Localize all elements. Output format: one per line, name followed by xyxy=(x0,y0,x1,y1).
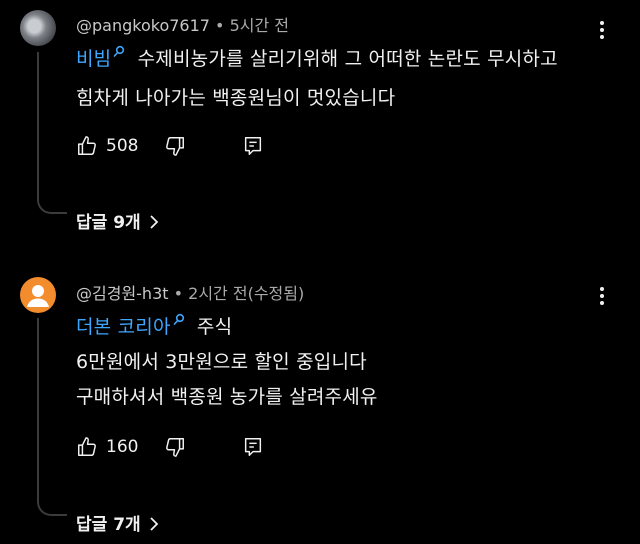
default-user-icon xyxy=(27,285,49,307)
avatar[interactable] xyxy=(20,10,56,46)
comment-actions: 160 xyxy=(76,436,276,460)
search-tag-link[interactable]: 비빔 xyxy=(76,45,138,70)
comment-time: 2시간 전(수정됨) xyxy=(188,284,305,303)
search-tag-label: 비빔 xyxy=(76,48,112,70)
search-tag-link[interactable]: 더본 코리아 xyxy=(76,313,197,338)
replies-label: 답글 7개 xyxy=(76,515,141,535)
more-vertical-icon[interactable] xyxy=(592,284,612,308)
comment-text-line-2: 6만원에서 3만원으로 할인 중입니다 xyxy=(76,351,367,373)
chevron-right-icon xyxy=(150,517,158,531)
avatar[interactable] xyxy=(20,277,56,313)
comment-text: 수제비농가를 살리기위해 그 어떠한 논란도 무시하고 xyxy=(137,48,558,70)
meta-separator: • xyxy=(215,16,225,35)
search-icon xyxy=(114,45,125,57)
thumbs-up-icon[interactable] xyxy=(76,436,98,458)
comment-text-line-3: 구매하셔서 백종원 농가를 살려주세유 xyxy=(76,386,378,408)
comment-text-line-2: 힘차게 나아가는 백종원님이 멋있습니다 xyxy=(76,87,396,109)
thread-line xyxy=(37,52,67,214)
thumbs-down-icon[interactable] xyxy=(164,135,186,157)
author-handle[interactable]: @pangkoko7617 xyxy=(76,16,210,35)
search-tag-label: 더본 코리아 xyxy=(76,316,171,338)
comment-text-line-1: 더본 코리아 주식 xyxy=(76,312,232,339)
view-replies-button[interactable]: 답글 9개 xyxy=(76,208,159,233)
chevron-right-icon xyxy=(150,215,158,229)
comment-time: 5시간 전 xyxy=(229,16,290,35)
like-count: 508 xyxy=(106,136,139,156)
meta-separator: • xyxy=(173,284,184,303)
comments-section: @pangkoko7617 • 5시간 전 비빔 수제비농가를 살리기위해 그 … xyxy=(0,0,640,544)
like-count: 160 xyxy=(106,437,139,457)
more-vertical-icon[interactable] xyxy=(592,18,612,42)
comment-meta: @pangkoko7617 • 5시간 전 xyxy=(76,12,289,36)
thumbs-down-icon[interactable] xyxy=(164,436,186,458)
view-replies-button[interactable]: 답글 7개 xyxy=(76,510,159,535)
reply-comment-icon[interactable] xyxy=(242,135,264,157)
author-handle[interactable]: @김경원-h3t xyxy=(76,284,169,303)
thread-line xyxy=(37,318,67,516)
search-icon xyxy=(173,313,184,325)
comment-text: 주식 xyxy=(196,316,233,338)
replies-label: 답글 9개 xyxy=(76,213,141,233)
comment-meta: @김경원-h3t • 2시간 전(수정됨) xyxy=(76,280,304,304)
reply-comment-icon[interactable] xyxy=(242,436,264,458)
comment-actions: 508 xyxy=(76,135,276,159)
comment-text-line-1: 비빔 수제비농가를 살리기위해 그 어떠한 논란도 무시하고 xyxy=(76,44,558,71)
thumbs-up-icon[interactable] xyxy=(76,135,98,157)
